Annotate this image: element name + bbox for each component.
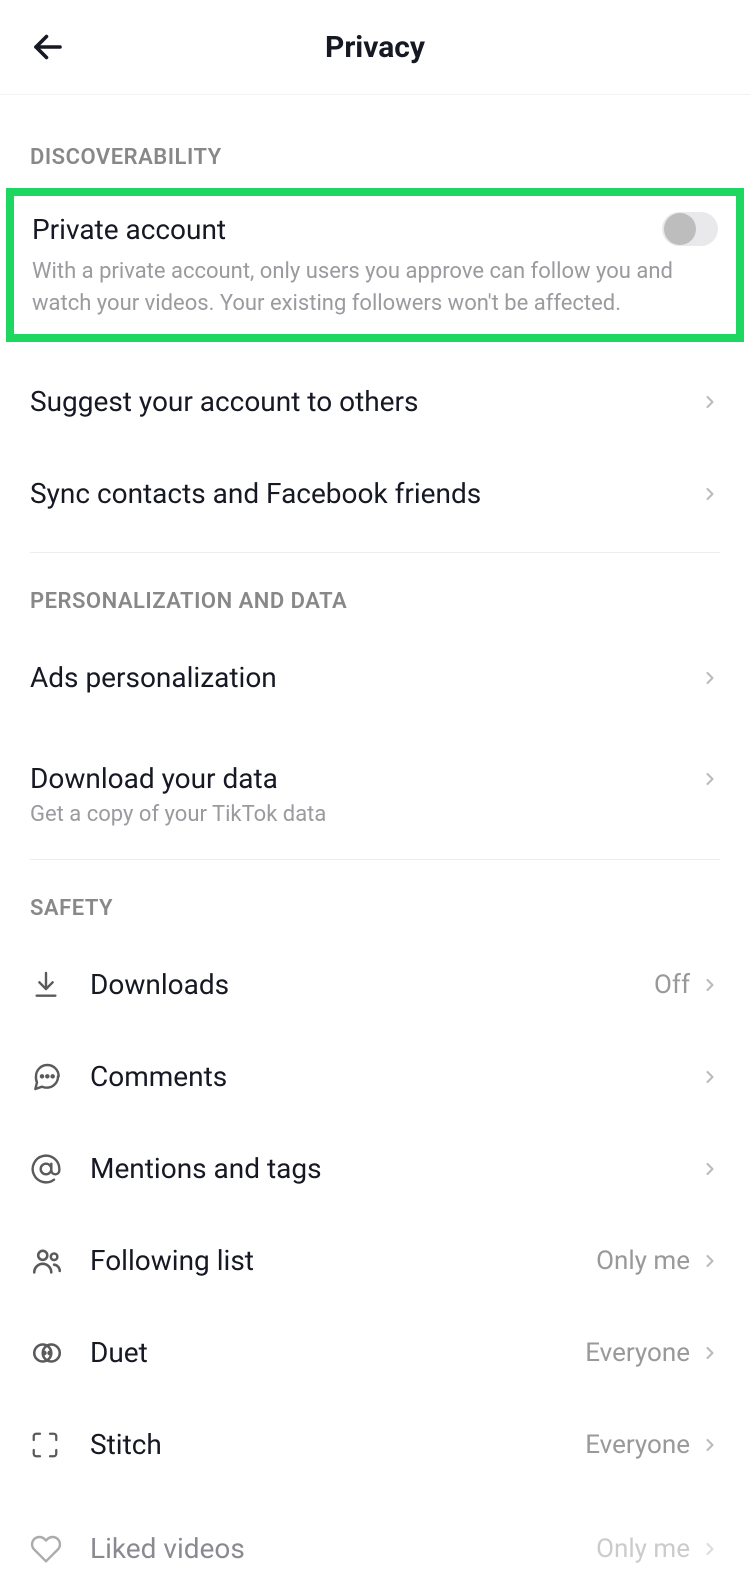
at-icon bbox=[30, 1153, 90, 1185]
duet-icon bbox=[30, 1336, 90, 1370]
chevron-right-icon bbox=[700, 484, 720, 504]
chevron-right-icon bbox=[700, 668, 720, 688]
stitch-row[interactable]: Stitch Everyone bbox=[0, 1399, 750, 1491]
chevron-right-icon bbox=[700, 392, 720, 412]
following-list-row[interactable]: Following list Only me bbox=[0, 1215, 750, 1307]
section-header-personalization: PERSONALIZATION AND DATA bbox=[0, 553, 750, 632]
section-header-safety: SAFETY bbox=[0, 860, 750, 939]
chevron-right-icon bbox=[700, 1067, 720, 1087]
download-icon bbox=[30, 969, 90, 1001]
chevron-right-icon bbox=[700, 975, 720, 995]
download-data-label: Download your data bbox=[30, 762, 700, 795]
liked-videos-value: Only me bbox=[596, 1534, 690, 1564]
arrow-left-icon bbox=[30, 29, 66, 65]
following-list-label: Following list bbox=[90, 1244, 596, 1277]
sync-contacts-row[interactable]: Sync contacts and Facebook friends bbox=[0, 448, 750, 540]
suggest-account-row[interactable]: Suggest your account to others bbox=[0, 356, 750, 448]
chevron-right-icon bbox=[700, 769, 720, 789]
chevron-right-icon bbox=[700, 1539, 720, 1559]
chevron-right-icon bbox=[700, 1159, 720, 1179]
mentions-row[interactable]: Mentions and tags bbox=[0, 1123, 750, 1215]
duet-value: Everyone bbox=[585, 1338, 690, 1368]
stitch-icon bbox=[30, 1430, 90, 1460]
chevron-right-icon bbox=[700, 1435, 720, 1455]
chevron-right-icon bbox=[700, 1343, 720, 1363]
downloads-label: Downloads bbox=[90, 968, 654, 1001]
private-account-toggle[interactable] bbox=[662, 212, 718, 246]
following-list-value: Only me bbox=[596, 1246, 690, 1276]
duet-row[interactable]: Duet Everyone bbox=[0, 1307, 750, 1399]
liked-videos-label: Liked videos bbox=[90, 1532, 596, 1565]
comments-row[interactable]: Comments bbox=[0, 1031, 750, 1123]
sync-contacts-label: Sync contacts and Facebook friends bbox=[30, 477, 700, 510]
suggest-account-label: Suggest your account to others bbox=[30, 385, 700, 418]
mentions-label: Mentions and tags bbox=[90, 1152, 700, 1185]
comment-icon bbox=[30, 1061, 90, 1093]
download-data-description: Get a copy of your TikTok data bbox=[0, 802, 750, 847]
comments-label: Comments bbox=[90, 1060, 700, 1093]
people-icon bbox=[30, 1244, 90, 1278]
toggle-knob bbox=[664, 213, 696, 245]
stitch-label: Stitch bbox=[90, 1428, 585, 1461]
section-header-discoverability: DISCOVERABILITY bbox=[0, 95, 750, 188]
downloads-row[interactable]: Downloads Off bbox=[0, 939, 750, 1031]
private-account-row[interactable]: Private account bbox=[32, 204, 718, 256]
private-account-description: With a private account, only users you a… bbox=[32, 256, 718, 320]
ads-personalization-label: Ads personalization bbox=[30, 661, 700, 694]
stitch-value: Everyone bbox=[585, 1430, 690, 1460]
heart-icon bbox=[30, 1533, 90, 1565]
liked-videos-row[interactable]: Liked videos Only me bbox=[0, 1491, 750, 1583]
page-title: Privacy bbox=[325, 30, 425, 65]
chevron-right-icon bbox=[700, 1251, 720, 1271]
duet-label: Duet bbox=[90, 1336, 585, 1369]
downloads-value: Off bbox=[654, 970, 690, 1000]
ads-personalization-row[interactable]: Ads personalization bbox=[0, 632, 750, 724]
header: Privacy bbox=[0, 0, 750, 95]
back-button[interactable] bbox=[28, 27, 68, 67]
private-account-label: Private account bbox=[32, 213, 662, 246]
private-account-highlight: Private account With a private account, … bbox=[6, 188, 744, 342]
